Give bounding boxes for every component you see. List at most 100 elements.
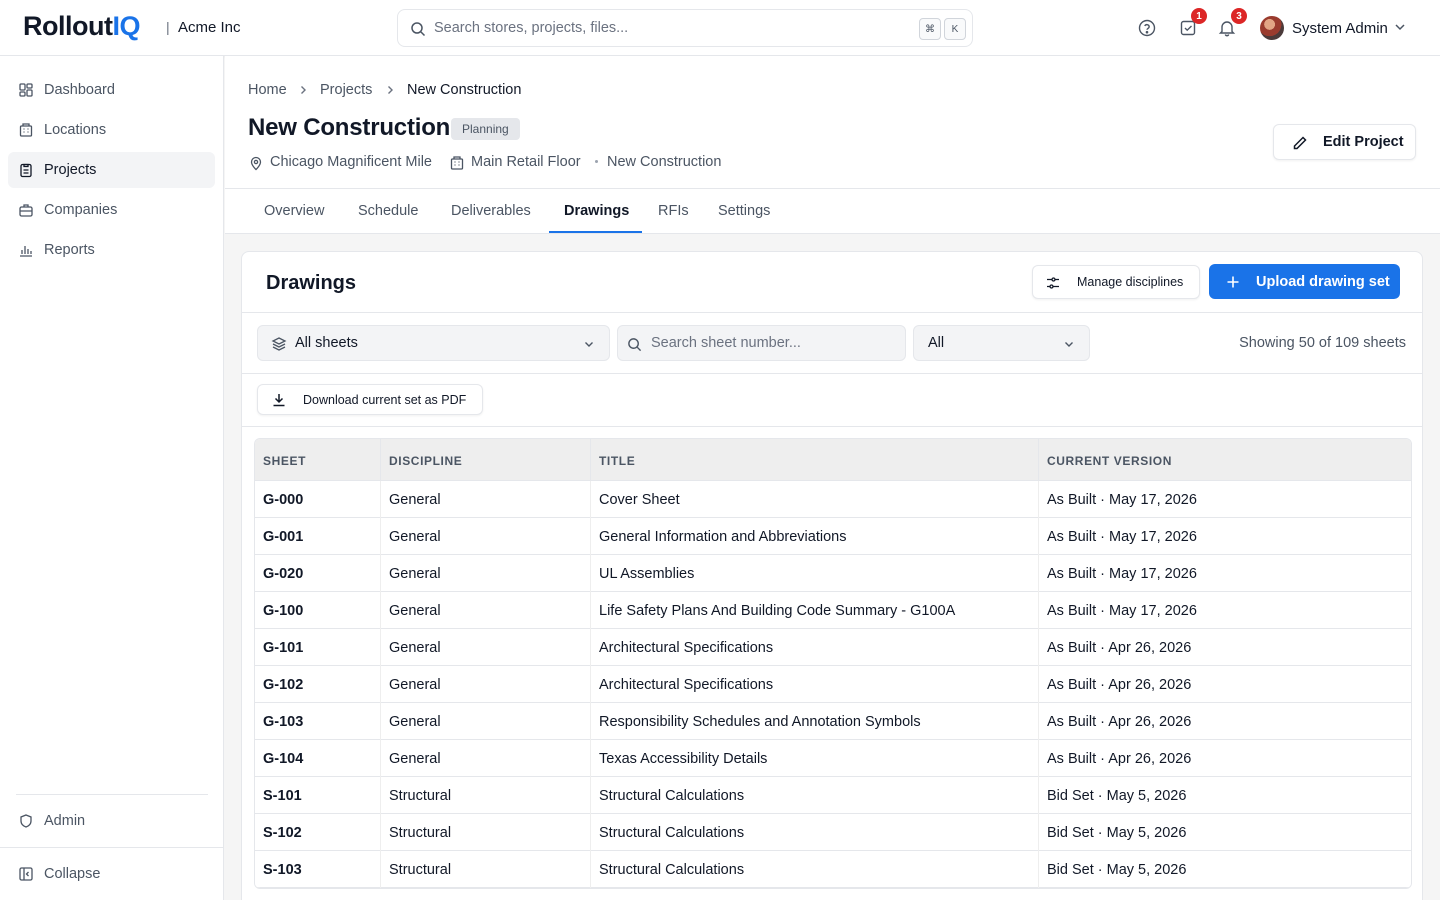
sheet-count-text: Showing 50 of 109 sheets [1239,335,1406,351]
table-header: SHEET DISCIPLINE TITLE CURRENT VERSION [255,439,1411,481]
breadcrumb-projects[interactable]: Projects [320,82,372,98]
cell-discipline: General [389,492,441,508]
notifications-count-badge: 3 [1231,8,1247,24]
project-space: Main Retail Floor [471,154,581,170]
top-bar: RolloutIQ | Acme Inc Search stores, proj… [0,0,1440,56]
search-icon [628,338,642,352]
chevron-right-icon [301,86,306,94]
column-divider [1038,814,1039,851]
download-pdf-button[interactable]: Download current set as PDF [257,384,483,415]
sheet-set-select[interactable]: All sheets [257,325,610,361]
sidebar-collapse-button[interactable]: Collapse [8,856,215,892]
cell-title: UL Assemblies [599,566,695,582]
table-row[interactable]: G-102 General Architectural Specifications… [255,666,1411,703]
upload-drawing-set-label: Upload drawing set [1256,273,1390,290]
tab-deliverables[interactable]: Deliverables [451,203,531,219]
plus-icon [1227,276,1239,288]
sidebar-item-label: Projects [44,162,97,178]
sidebar-item-label: Dashboard [44,82,115,98]
table-row[interactable]: S-103 Structural Structural Calculations Bi… [255,851,1411,888]
table-row[interactable]: G-104 General Texas Accessibility Details A… [255,740,1411,777]
tab-drawings[interactable]: Drawings [564,203,629,219]
edit-project-button[interactable]: Edit Project [1273,124,1416,160]
drawings-title: Drawings [266,272,357,294]
chevron-down-icon[interactable] [1393,20,1407,34]
sliders-icon [1047,277,1059,289]
column-header-discipline[interactable]: DISCIPLINE [389,454,462,468]
column-divider [380,666,381,703]
column-divider [590,629,591,666]
table-row[interactable]: G-001 General General Information and Abbr… [255,518,1411,555]
sidebar-item-dashboard[interactable]: Dashboard [8,72,215,108]
column-divider [590,666,591,703]
table-row[interactable]: G-100 General Life Safety Plans And Buildi… [255,592,1411,629]
card-divider [242,373,1422,374]
manage-disciplines-button[interactable]: Manage disciplines [1032,265,1200,299]
table-row[interactable]: S-101 Structural Structural Calculations Bi… [255,777,1411,814]
sheet-set-value: All sheets [295,335,358,351]
tab-settings[interactable]: Settings [718,203,770,219]
column-divider [380,592,381,629]
cell-discipline: Structural [389,788,452,804]
sidebar-item-projects[interactable]: Projects [8,152,215,188]
cell-sheet: G-000 [263,492,304,508]
cell-discipline: General [389,714,441,730]
cell-version: As Built · Apr 26, 2026 [1047,751,1192,767]
card-divider [242,426,1422,427]
shield-icon [20,814,32,828]
column-divider [380,481,381,518]
cell-version: As Built · May 17, 2026 [1047,603,1197,619]
user-name[interactable]: System Admin [1292,20,1388,37]
column-divider [380,439,381,481]
table-row[interactable]: G-000 General Cover Sheet As Built · May 17… [255,481,1411,518]
global-search-input[interactable]: Search stores, projects, files... ⌘ K [397,9,973,47]
sidebar-item-locations[interactable]: Locations [8,112,215,148]
edit-project-label: Edit Project [1323,134,1404,150]
download-icon [273,394,285,407]
upload-drawing-set-button[interactable]: Upload drawing set [1209,264,1400,299]
column-divider [1038,777,1039,814]
column-divider [380,777,381,814]
project-location[interactable]: Chicago Magnificent Mile [270,154,432,170]
shortcut-k-key: K [944,18,966,40]
org-separator: | [166,19,170,35]
help-icon[interactable] [1137,18,1157,38]
column-divider [380,703,381,740]
column-header-sheet[interactable]: SHEET [263,454,306,468]
sidebar-item-admin[interactable]: Admin [8,803,215,839]
table-row[interactable]: G-103 General Responsibility Schedules and… [255,703,1411,740]
user-avatar[interactable] [1260,16,1284,40]
column-header-current-version[interactable]: CURRENT VERSION [1047,454,1172,468]
tab-rfis[interactable]: RFIs [658,203,689,219]
tab-overview[interactable]: Overview [264,203,324,219]
sidebar-item-reports[interactable]: Reports [8,232,215,268]
tasks-count-badge: 1 [1191,8,1207,24]
cell-title: Structural Calculations [599,825,745,841]
table-row[interactable]: G-020 General UL Assemblies As Built · May … [255,555,1411,592]
cell-title: Structural Calculations [599,788,745,804]
column-divider [590,592,591,629]
table-row[interactable]: S-102 Structural Structural Calculations Bi… [255,814,1411,851]
cell-version: As Built · Apr 26, 2026 [1047,640,1192,656]
tab-schedule[interactable]: Schedule [358,203,418,219]
app-logo[interactable]: RolloutIQ [23,11,140,42]
sidebar: Dashboard Locations Projects Companies R… [0,56,224,900]
sheet-number-search-input[interactable]: Search sheet number... [617,325,906,361]
cell-version: As Built · May 17, 2026 [1047,529,1197,545]
org-name[interactable]: Acme Inc [178,19,241,36]
column-divider [1038,740,1039,777]
map-pin-icon [250,156,262,171]
active-tab-indicator [549,231,642,233]
breadcrumb-home[interactable]: Home [248,82,287,98]
column-divider [1038,629,1039,666]
status-filter-select[interactable]: All [913,325,1090,361]
sidebar-item-companies[interactable]: Companies [8,192,215,228]
cell-version: As Built · Apr 26, 2026 [1047,714,1192,730]
column-divider [1038,518,1039,555]
table-row[interactable]: G-101 General Architectural Specifications… [255,629,1411,666]
building-icon [450,156,464,170]
column-header-title[interactable]: TITLE [599,454,635,468]
cell-discipline: Structural [389,862,452,878]
cell-title: General Information and Abbreviations [599,529,847,545]
logo-text: Rollout [23,11,113,41]
